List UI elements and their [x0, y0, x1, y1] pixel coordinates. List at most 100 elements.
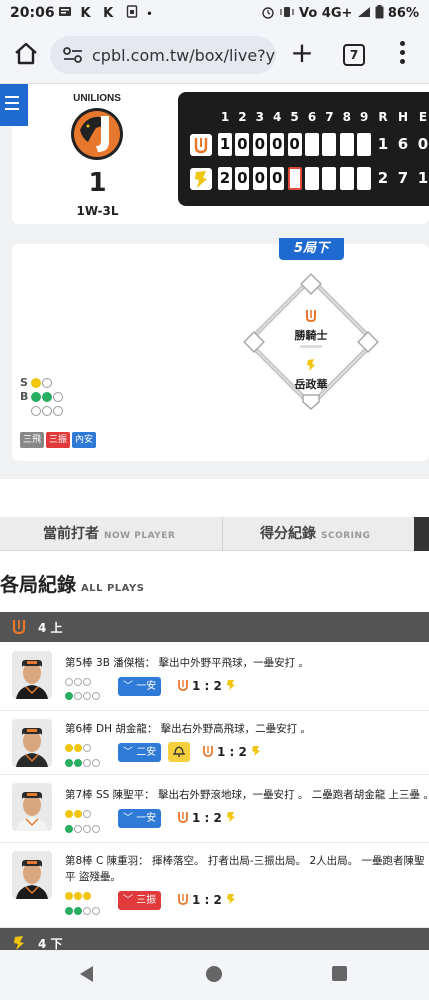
message-icon	[59, 7, 71, 16]
ball-dots	[65, 685, 101, 704]
tab-scoring[interactable]: 得分紀錄 SCORING	[260, 517, 370, 551]
play-result-button[interactable]: ﹀ 一安	[118, 677, 162, 696]
ball-dots	[65, 752, 101, 771]
brothers-mini-logo	[226, 894, 235, 904]
play-score: 1 : 2	[178, 679, 236, 693]
strike-row: S	[20, 376, 64, 389]
player-avatar	[12, 651, 52, 699]
overflow-menu-icon[interactable]	[398, 41, 406, 67]
result-tag: 三振	[46, 432, 71, 448]
play-row[interactable]: 第5棒 3B 潘傑楷： 擊出中外野平飛球，一壘安打 。 ﹀ 一安 1 : 2	[0, 643, 429, 711]
chevron-down-icon: ﹀	[123, 747, 133, 758]
play-description: 第7棒 SS 陳聖平： 擊出右外野滾地球，一壘安打 。 二壘跑者胡金龍 上三壘 …	[65, 789, 429, 801]
inning-score-cell	[287, 167, 302, 190]
info-tab-bar: 當前打者 NOW PLAYER 得分紀錄 SCORING	[0, 517, 429, 551]
ball-row: B	[20, 390, 64, 403]
play-description: 第5棒 3B 潘傑楷： 擊出中外野平飛球，一壘安打 。	[65, 657, 309, 669]
tab-switcher-button[interactable]: 7	[343, 44, 365, 66]
inning-header: 4	[273, 110, 282, 124]
system-icons: Vo 4G+ 86%	[261, 5, 419, 21]
alarm-icon	[262, 7, 274, 19]
recents-icon[interactable]	[332, 966, 347, 981]
brothers-row-logo	[190, 167, 212, 190]
brothers-mini-logo	[251, 746, 260, 756]
player-avatar	[12, 851, 52, 899]
play-result-button[interactable]: ﹀ 二安	[118, 743, 162, 762]
home-plate-icon	[302, 394, 320, 410]
inning-score-cell: 0	[235, 167, 250, 190]
alert-bell-icon[interactable]	[168, 742, 190, 762]
inning-indicator: 5局下	[279, 238, 344, 260]
play-score: 1 : 2	[178, 893, 236, 907]
inning-score-cell: 0	[252, 167, 267, 190]
uni-mini-logo	[178, 680, 188, 691]
inning-score-cell: 0	[252, 133, 267, 156]
rhe-header: E	[418, 110, 428, 124]
inning-score-cell	[339, 133, 354, 156]
uni-mini-logo	[203, 746, 213, 757]
result-tag: 三飛	[20, 432, 45, 448]
battery-percent: 86%	[387, 6, 419, 21]
inning-score-cell	[305, 167, 319, 190]
url-text: cpbl.com.tw/box/live?ye	[92, 45, 276, 65]
inning-header: 5	[290, 110, 299, 124]
result-tag: 內安	[72, 432, 97, 448]
play-description: 第6棒 DH 胡金龍： 擊出右外野高飛球，二壘安打 。	[65, 723, 312, 735]
uni-mini-logo	[306, 310, 316, 323]
status-time: 20:06	[10, 5, 55, 21]
address-bar[interactable]: cpbl.com.tw/box/live?ye	[50, 36, 276, 74]
hamburger-menu-icon[interactable]	[0, 84, 28, 126]
network-text: Vo 4G+	[299, 6, 353, 21]
battery-icon	[375, 5, 384, 19]
current-pitcher-name: 岳政華	[294, 378, 328, 391]
uni-mini-logo	[12, 620, 26, 635]
play-result-button[interactable]: ﹀ 三振	[118, 891, 162, 910]
home-icon[interactable]	[12, 40, 40, 68]
inning-score-cell: 0	[235, 133, 250, 156]
rhe-header: H	[397, 110, 409, 124]
inning-header: 2	[238, 110, 247, 124]
k-icons: K K	[80, 6, 118, 21]
recent-result-tags: 三飛 三振 內安	[20, 432, 98, 448]
inning-header: 3	[255, 110, 264, 124]
inning-header: 9	[360, 110, 369, 124]
chevron-down-icon: ﹀	[123, 681, 133, 692]
total-cell: 6	[397, 135, 409, 153]
inning-header: 7	[325, 110, 334, 124]
line-score-board: 123456789RHE100001602000271	[178, 92, 429, 206]
inning-header-4-top[interactable]: 4 上	[0, 612, 429, 642]
home-team-score: 1	[88, 168, 107, 198]
play-description: 第8棒 C 陳重羽： 揮棒落空。 打者出局-三振出局。 2人出局。 一壘跑者陳聖…	[65, 855, 425, 883]
inning-score-cell	[357, 133, 372, 156]
all-plays-heading: 各局紀錄 ALL PLAYS	[0, 574, 145, 596]
signal-icon	[357, 7, 370, 17]
ball-strike-count: S B	[20, 376, 64, 418]
total-cell: 1	[377, 135, 389, 153]
back-icon[interactable]	[80, 966, 93, 982]
play-row[interactable]: 第6棒 DH 胡金龍： 擊出右外野高飛球，二壘安打 。 ﹀ 二安 1 : 2	[0, 711, 429, 775]
vibrate-icon	[280, 7, 294, 17]
site-settings-icon[interactable]	[62, 46, 84, 64]
inning-label: 4 上	[38, 621, 63, 635]
total-cell: 2	[377, 169, 389, 187]
current-batter-name: 勝騎士	[294, 329, 328, 342]
inning-header: 6	[307, 110, 317, 124]
inning-score-cell	[322, 133, 337, 156]
home-circle-icon[interactable]	[206, 966, 222, 982]
brothers-mini-logo	[14, 936, 24, 950]
inning-score-cell	[339, 167, 354, 190]
play-result-button[interactable]: ﹀ 一安	[118, 809, 162, 828]
inning-score-cell	[305, 133, 319, 156]
uni-row-logo	[190, 133, 212, 156]
uni-mini-logo	[178, 894, 188, 905]
inning-score-cell: 0	[270, 167, 285, 190]
home-team-record: 1W-3L	[76, 204, 119, 218]
inning-score-cell: 1	[218, 133, 232, 156]
play-row[interactable]: 第8棒 C 陳重羽： 揮棒落空。 打者出局-三振出局。 2人出局。 一壘跑者陳聖…	[0, 843, 429, 928]
tab-now-player[interactable]: 當前打者 NOW PLAYER	[43, 517, 175, 551]
new-tab-button[interactable]: +	[287, 38, 317, 68]
unilions-wordmark: UNILIONS	[73, 93, 121, 104]
ball-dots	[65, 900, 101, 919]
play-row[interactable]: 第7棒 SS 陳聖平： 擊出右外野滾地球，一壘安打 。 二壘跑者胡金龍 上三壘 …	[0, 775, 429, 843]
notification-icons: K K •	[58, 5, 157, 21]
